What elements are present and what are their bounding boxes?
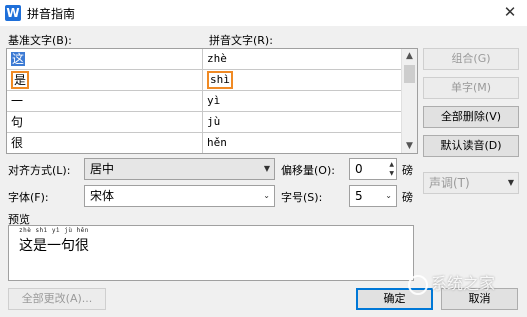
window-title: 拼音指南 — [27, 7, 76, 21]
base-cell[interactable]: 句 — [7, 112, 203, 132]
scroll-down-icon[interactable]: ▼ — [402, 139, 417, 153]
table-row[interactable]: 这 zhè — [7, 49, 401, 70]
watermark: 系统之家 — [408, 270, 526, 295]
base-cell[interactable]: 一 — [7, 91, 203, 111]
scroll-thumb[interactable] — [404, 65, 415, 83]
change-all-button[interactable]: 全部更改(A)... — [8, 288, 106, 310]
size-value: 5 — [355, 189, 363, 203]
spin-down-icon[interactable]: ▼ — [389, 169, 394, 178]
pinyin-text-label: 拼音文字(R): — [209, 34, 273, 47]
scroll-up-icon[interactable]: ▲ — [402, 49, 417, 63]
base-char: 是 — [11, 71, 30, 89]
alignment-combo[interactable]: 居中 ▼ — [84, 158, 275, 180]
offset-unit: 磅 — [402, 164, 413, 177]
table-row[interactable]: 一 yì — [7, 91, 401, 112]
default-reading-button[interactable]: 默认读音(D) — [423, 135, 519, 157]
pinyin-cell[interactable]: jù — [203, 112, 401, 132]
pinyin-cell[interactable]: yì — [203, 91, 401, 111]
table-row[interactable]: 是 shì — [7, 70, 401, 91]
size-unit: 磅 — [402, 191, 413, 204]
offset-spin[interactable]: 0 ▲ ▼ — [349, 158, 397, 180]
grid-scrollbar[interactable]: ▲ ▼ — [401, 49, 417, 153]
title-bar: W 拼音指南 ✕ — [0, 0, 527, 26]
font-label: 字体(F): — [8, 191, 49, 204]
table-row[interactable]: 句 jù — [7, 112, 401, 133]
font-combo[interactable]: 宋体 ⌄ — [84, 185, 275, 207]
preview-ruby: zhè shì yì jù hěn — [19, 227, 89, 234]
preview-box: zhè shì yì jù hěn 这是一句很 — [8, 225, 414, 281]
base-cell[interactable]: 这 — [7, 49, 203, 69]
pinyin-value: shì — [207, 71, 233, 89]
size-combo[interactable]: 5 ⌄ — [349, 185, 397, 207]
pinyin-cell[interactable]: hěn — [203, 133, 401, 153]
pinyin-cell[interactable]: shì — [203, 70, 401, 90]
alignment-label: 对齐方式(L): — [8, 164, 71, 177]
font-value: 宋体 — [90, 189, 115, 203]
pinyin-grid: 这 zhè 是 shì 一 yì 句 jù 很 hěn ▲ ▼ — [6, 48, 418, 154]
spin-up-icon[interactable]: ▲ — [389, 160, 394, 169]
delete-all-button[interactable]: 全部删除(V) — [423, 106, 519, 128]
tone-button[interactable]: 声调(T) ▼ — [423, 172, 519, 194]
base-cell[interactable]: 很 — [7, 133, 203, 153]
preview-text: 这是一句很 — [19, 238, 89, 254]
watermark-logo-icon — [408, 274, 428, 295]
app-icon: W — [5, 5, 21, 21]
alignment-value: 居中 — [90, 162, 115, 176]
chevron-down-icon: ▼ — [263, 164, 270, 173]
table-row[interactable]: 很 hěn — [7, 133, 401, 153]
base-text-label: 基准文字(B): — [8, 34, 72, 47]
combine-button[interactable]: 组合(G) — [423, 48, 519, 70]
chevron-down-icon: ⌄ — [385, 191, 392, 200]
chevron-down-icon: ⌄ — [263, 191, 270, 200]
tone-label: 声调(T) — [429, 176, 470, 190]
base-char: 这 — [11, 52, 26, 66]
offset-label: 偏移量(O): — [281, 164, 335, 177]
watermark-text: 系统之家 — [431, 274, 496, 293]
base-cell[interactable]: 是 — [7, 70, 203, 90]
chevron-down-icon: ▼ — [507, 178, 514, 187]
close-icon[interactable]: ✕ — [501, 3, 519, 21]
offset-value: 0 — [355, 162, 363, 176]
pinyin-cell[interactable]: zhè — [203, 49, 401, 69]
size-label: 字号(S): — [281, 191, 323, 204]
single-char-button[interactable]: 单字(M) — [423, 77, 519, 99]
